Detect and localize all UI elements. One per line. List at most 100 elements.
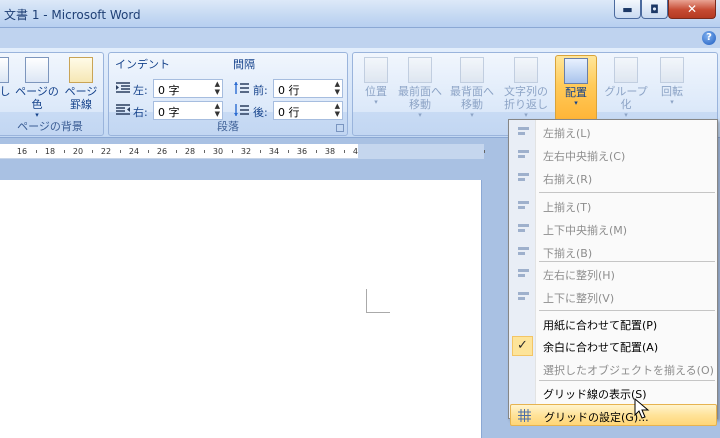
rotate-icon	[660, 57, 684, 83]
menu-item-label: 用紙に合わせて配置(P)	[543, 319, 658, 332]
ruler-tick-label: 24	[128, 147, 140, 156]
menu-item-1[interactable]: 左右中央揃え(C)	[510, 144, 717, 166]
menu-item-7[interactable]: 上下に整列(V)	[510, 286, 717, 308]
page-background-group-label: ページの背景	[17, 120, 83, 133]
ruler-tick-label: 36	[296, 147, 308, 156]
menu-item-12[interactable]: グリッドの設定(G)...	[510, 404, 717, 426]
ruler-tick-label: 28	[184, 147, 196, 156]
group-icon	[614, 57, 638, 83]
align-middle-icon	[518, 224, 529, 232]
ruler-tick-label: 30	[212, 147, 224, 156]
close-button[interactable]: ✕	[668, 0, 716, 19]
ruler-minor-tick	[64, 150, 65, 153]
menu-item-5[interactable]: 下揃え(B)	[510, 241, 717, 263]
bring-to-front-button[interactable]: 最前面へ 移動 ▾	[395, 57, 445, 119]
menu-item-9[interactable]: ✓ 余白に合わせて配置(A)	[510, 335, 717, 357]
menu-item-10[interactable]: 選択したオブジェクトを揃える(O)	[510, 358, 717, 380]
menu-item-label: 上下に整列(V)	[543, 292, 615, 305]
menu-separator	[539, 192, 715, 193]
page-color-button[interactable]: ページの 色 ▾	[15, 57, 59, 119]
position-icon	[364, 57, 388, 83]
align-right-icon	[518, 173, 529, 181]
menu-item-2[interactable]: 右揃え(R)	[510, 167, 717, 189]
indent-left-icon	[116, 82, 130, 93]
dialog-launcher-icon[interactable]	[336, 124, 344, 132]
ruler-minor-tick	[344, 150, 345, 153]
align-left-icon	[518, 127, 529, 135]
minimize-button[interactable]: ▬	[614, 0, 641, 19]
spacing-before-icon	[234, 82, 249, 94]
spinner-arrows-icon[interactable]: ▲ ▼	[215, 80, 220, 96]
align-icon	[564, 58, 588, 84]
menu-item-3[interactable]: 上揃え(T)	[510, 195, 717, 217]
spacing-before-field[interactable]: 0 行 ▲ ▼	[273, 79, 343, 98]
position-button[interactable]: 位置 ▾	[359, 57, 393, 106]
ruler-minor-tick	[148, 150, 149, 153]
distribute-horizontal-icon	[518, 269, 529, 277]
align-center-icon	[518, 150, 529, 158]
ruler-tick-label: 26	[156, 147, 168, 156]
ruler-minor-tick	[36, 150, 37, 153]
spacing-after-icon	[234, 104, 249, 116]
menu-separator	[539, 310, 715, 311]
indent-header: インデント	[115, 58, 170, 71]
spinner-arrows-icon[interactable]: ▲ ▼	[335, 102, 340, 118]
paragraph-group-label: 段落	[217, 120, 239, 133]
ruler-tick-label: 38	[324, 147, 336, 156]
text-wrap-button[interactable]: 文字列の 折り返し ▾	[499, 57, 553, 119]
menu-item-label: グリッドの設定(G)...	[544, 411, 649, 424]
maximize-button[interactable]: ◘	[641, 0, 668, 19]
margin-corner-mark	[366, 289, 390, 313]
align-top-icon	[518, 201, 529, 209]
ruler-tick-label: 16	[16, 147, 28, 156]
ruler-minor-tick	[92, 150, 93, 153]
menu-item-label: 上下中央揃え(M)	[543, 224, 628, 237]
ruler-minor-tick	[204, 150, 205, 153]
ruler-minor-tick	[316, 150, 317, 153]
menu-item-0[interactable]: 左揃え(L)	[510, 121, 717, 143]
page-icon	[0, 57, 9, 83]
menu-item-4[interactable]: 上下中央揃え(M)	[510, 218, 717, 240]
ruler-minor-tick	[120, 150, 121, 153]
mouse-cursor-icon	[634, 398, 650, 419]
spinner-arrows-icon[interactable]: ▲ ▼	[215, 102, 220, 118]
minimize-icon: ▬	[622, 2, 633, 16]
ruler-margin-area	[358, 144, 484, 159]
grid-icon	[518, 409, 531, 422]
ruler-tick-label: 34	[268, 147, 280, 156]
ruler-minor-tick	[484, 150, 485, 153]
page-bg-partial-button[interactable]: し	[0, 57, 13, 98]
menu-item-label: グリッド線の表示(S)	[543, 388, 647, 401]
align-menu: 左揃え(L) 左右中央揃え(C) 右揃え(R) 上揃え(T) 上下中央揃え(M) 下揃え(…	[508, 119, 718, 426]
menu-item-11[interactable]: グリッド線の表示(S)	[510, 382, 717, 404]
menu-item-8[interactable]: 用紙に合わせて配置(P)	[510, 313, 717, 335]
spinner-arrows-icon[interactable]: ▲ ▼	[335, 80, 340, 96]
menu-item-label: 選択したオブジェクトを揃える(O)	[543, 364, 714, 377]
align-button[interactable]: 配置 ▾	[555, 55, 597, 121]
send-to-back-button[interactable]: 最背面へ 移動 ▾	[447, 57, 497, 119]
close-icon: ✕	[686, 2, 698, 16]
ruler-tick-label: 32	[240, 147, 252, 156]
ruler-tick-label: 22	[100, 147, 112, 156]
menu-item-6[interactable]: 左右に整列(H)	[510, 263, 717, 285]
help-icon[interactable]: ?	[702, 31, 716, 45]
menu-item-label: 余白に合わせて配置(A)	[543, 341, 659, 354]
indent-right-icon	[116, 104, 130, 115]
ruler-tick-label: 18	[44, 147, 56, 156]
menu-item-label: 左右中央揃え(C)	[543, 150, 626, 163]
align-bottom-icon	[518, 247, 529, 255]
document-page[interactable]	[0, 180, 482, 438]
checkmark-icon: ✓	[512, 336, 533, 356]
menu-item-label: 左揃え(L)	[543, 127, 591, 140]
maximize-icon: ◘	[650, 2, 659, 16]
rotate-button[interactable]: 回転 ▾	[655, 57, 689, 106]
ruler-minor-tick	[176, 150, 177, 153]
menu-item-label: 右揃え(R)	[543, 173, 593, 186]
indent-left-label: 左:	[133, 84, 148, 97]
ribbon-tab-strip	[0, 28, 720, 48]
spacing-header: 間隔	[233, 58, 255, 71]
indent-left-field[interactable]: 0 字 ▲ ▼	[153, 79, 223, 98]
group-button[interactable]: グループ化 ▾	[599, 57, 653, 119]
bring-to-front-icon	[408, 57, 432, 83]
page-border-button[interactable]: ページ 罫線	[61, 57, 101, 111]
